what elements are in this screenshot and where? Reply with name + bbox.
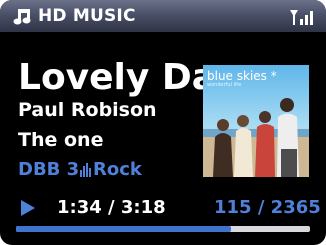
track-title: Lovely Da — [18, 57, 217, 98]
dbb-level: DBB 3 — [18, 159, 80, 180]
album-art-title: blue skies * — [207, 69, 277, 83]
signal-strength-icon — [290, 10, 313, 25]
track-count: 115 / 2365 — [214, 197, 321, 218]
playback-time: 1:34 / 3:18 — [57, 197, 166, 218]
equalizer-icon — [80, 163, 91, 177]
artist-name: Paul Robison — [18, 99, 157, 121]
play-icon[interactable] — [20, 199, 36, 217]
header-bar: HD MUSIC — [0, 0, 326, 32]
header-title: HD MUSIC — [38, 6, 136, 26]
music-note-icon — [13, 9, 31, 25]
album-art-subtitle: wonderful life — [207, 82, 242, 88]
album-art: blue skies * wonderful life — [203, 65, 309, 177]
music-player-screen: HD MUSIC Lovely Da Paul Robison The one … — [0, 0, 326, 245]
progress-fill — [16, 226, 231, 232]
album-name: The one — [18, 129, 104, 151]
genre-label: Rock — [93, 159, 142, 180]
progress-bar[interactable] — [16, 226, 310, 232]
